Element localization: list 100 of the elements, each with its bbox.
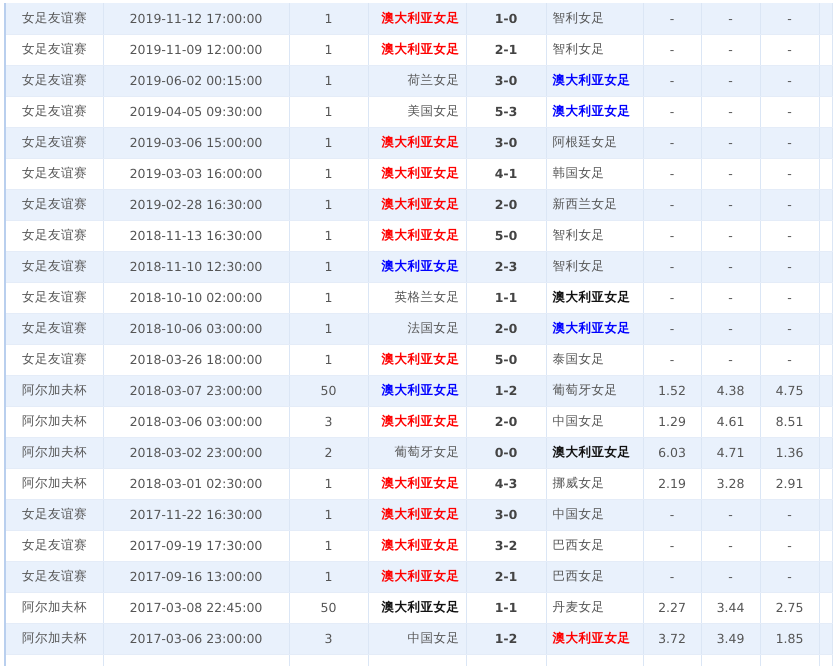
date-cell: 2018-10-10 02:00:00 (103, 282, 289, 313)
table-cell: 1 (289, 313, 368, 344)
table-cell: 3 (289, 406, 368, 437)
odds-cell: - (760, 65, 819, 96)
score-cell: 0-0 (466, 437, 546, 468)
home-team-cell: 葡萄牙女足 (368, 437, 466, 468)
odds-cell: 6.03 (643, 437, 701, 468)
odds-cell: - (643, 127, 701, 158)
date-cell: 2017-09-19 17:30:00 (103, 530, 289, 561)
date-cell: 2018-03-26 18:00:00 (103, 344, 289, 375)
table-cell: 1 (289, 158, 368, 189)
odds-cell: 3.49 (701, 623, 760, 654)
odds-cell: - (760, 127, 819, 158)
away-team-cell: 智利女足 (546, 3, 643, 34)
table-cell: 50 (289, 375, 368, 406)
score-cell: 4-1 (466, 158, 546, 189)
odds-cell: 2.91 (760, 468, 819, 499)
odds-cell: - (760, 189, 819, 220)
odds-cell: - (701, 251, 760, 282)
odds-cell: 2.19 (643, 468, 701, 499)
home-team-cell: 澳大利亚女足 (368, 499, 466, 530)
table-cell: 1 (289, 499, 368, 530)
score-cell: 1-1 (466, 282, 546, 313)
home-team-cell: 澳大利亚女足 (368, 220, 466, 251)
home-team-cell: 澳大利亚女足 (368, 530, 466, 561)
league-cell: 女足友谊赛 (5, 127, 103, 158)
score-cell: 3-0 (466, 499, 546, 530)
home-team-cell: 美国女足 (368, 96, 466, 127)
league-cell: 女足友谊赛 (5, 251, 103, 282)
away-team-cell: 智利女足 (546, 251, 643, 282)
date-cell: 2018-11-13 16:30:00 (103, 220, 289, 251)
odds-cell: 4.61 (701, 406, 760, 437)
odds-cell: - (643, 561, 701, 592)
league-cell: 女足友谊赛 (5, 530, 103, 561)
table-cell: 1 (289, 530, 368, 561)
odds-cell: - (760, 96, 819, 127)
odds-cell: - (643, 96, 701, 127)
table-cell: 1 (289, 65, 368, 96)
score-cell: 2-0 (466, 406, 546, 437)
date-cell: 2018-11-10 12:30:00 (103, 251, 289, 282)
table-cell: 1 (289, 220, 368, 251)
away-team-cell: 澳大利亚女足 (546, 437, 643, 468)
table-cell: 50 (289, 592, 368, 623)
home-team-cell: 中国女足 (368, 623, 466, 654)
odds-cell: - (701, 3, 760, 34)
table-cell: 1 (289, 189, 368, 220)
odds-cell: - (643, 499, 701, 530)
home-team-cell: 澳大利亚女足 (368, 561, 466, 592)
league-cell: 女足友谊赛 (5, 313, 103, 344)
odds-cell: - (701, 34, 760, 65)
table-cell: 1 (289, 468, 368, 499)
odds-cell: - (643, 282, 701, 313)
score-cell: 5-0 (466, 220, 546, 251)
league-cell: 女足友谊赛 (5, 282, 103, 313)
league-cell: 女足友谊赛 (5, 34, 103, 65)
odds-cell: - (643, 158, 701, 189)
away-team-cell: 巴西女足 (546, 530, 643, 561)
home-team-cell: 澳大利亚女足 (368, 375, 466, 406)
away-team-cell: 澳大利亚女足 (546, 313, 643, 344)
score-cell: 2-0 (466, 313, 546, 344)
home-team-cell: 荷兰女足 (368, 65, 466, 96)
home-team-cell: 澳大利亚女足 (368, 468, 466, 499)
odds-cell: 4.38 (701, 375, 760, 406)
league-cell: 女足友谊赛 (5, 344, 103, 375)
score-cell: 1-2 (466, 623, 546, 654)
odds-cell: 1.29 (643, 406, 701, 437)
odds-cell: - (760, 530, 819, 561)
away-team-cell: 澳大利亚女足 (546, 65, 643, 96)
odds-cell: 4.71 (701, 437, 760, 468)
date-cell: 2019-02-28 16:30:00 (103, 189, 289, 220)
odds-cell: - (701, 344, 760, 375)
away-team-cell: 泰国女足 (546, 344, 643, 375)
date-cell: 2018-10-06 03:00:00 (103, 313, 289, 344)
odds-cell: - (701, 96, 760, 127)
odds-cell: 2.75 (760, 592, 819, 623)
league-cell: 女足友谊赛 (5, 499, 103, 530)
odds-cell: 3.72 (643, 623, 701, 654)
odds-cell: - (760, 313, 819, 344)
date-cell: 2018-03-07 23:00:00 (103, 375, 289, 406)
odds-cell: - (701, 313, 760, 344)
home-team-cell: 澳大利亚女足 (368, 406, 466, 437)
score-cell: 5-3 (466, 96, 546, 127)
date-cell: 2017-11-22 16:30:00 (103, 499, 289, 530)
score-cell: 5-0 (466, 344, 546, 375)
table-cell: 1 (289, 561, 368, 592)
odds-cell: - (760, 3, 819, 34)
date-cell: 2017-09-16 13:00:00 (103, 561, 289, 592)
away-team-cell: 智利女足 (546, 220, 643, 251)
date-cell: 2019-11-09 12:00:00 (103, 34, 289, 65)
score-cell: 4-3 (466, 468, 546, 499)
away-team-cell: 澳大利亚女足 (546, 96, 643, 127)
odds-cell: - (701, 530, 760, 561)
home-team-cell: 澳大利亚女足 (368, 251, 466, 282)
date-cell: 2019-04-05 09:30:00 (103, 96, 289, 127)
odds-cell: - (643, 65, 701, 96)
odds-cell: - (760, 251, 819, 282)
away-team-cell: 韩国女足 (546, 158, 643, 189)
league-cell: 阿尔加夫杯 (5, 623, 103, 654)
odds-cell: - (760, 561, 819, 592)
score-cell: 3-0 (466, 127, 546, 158)
